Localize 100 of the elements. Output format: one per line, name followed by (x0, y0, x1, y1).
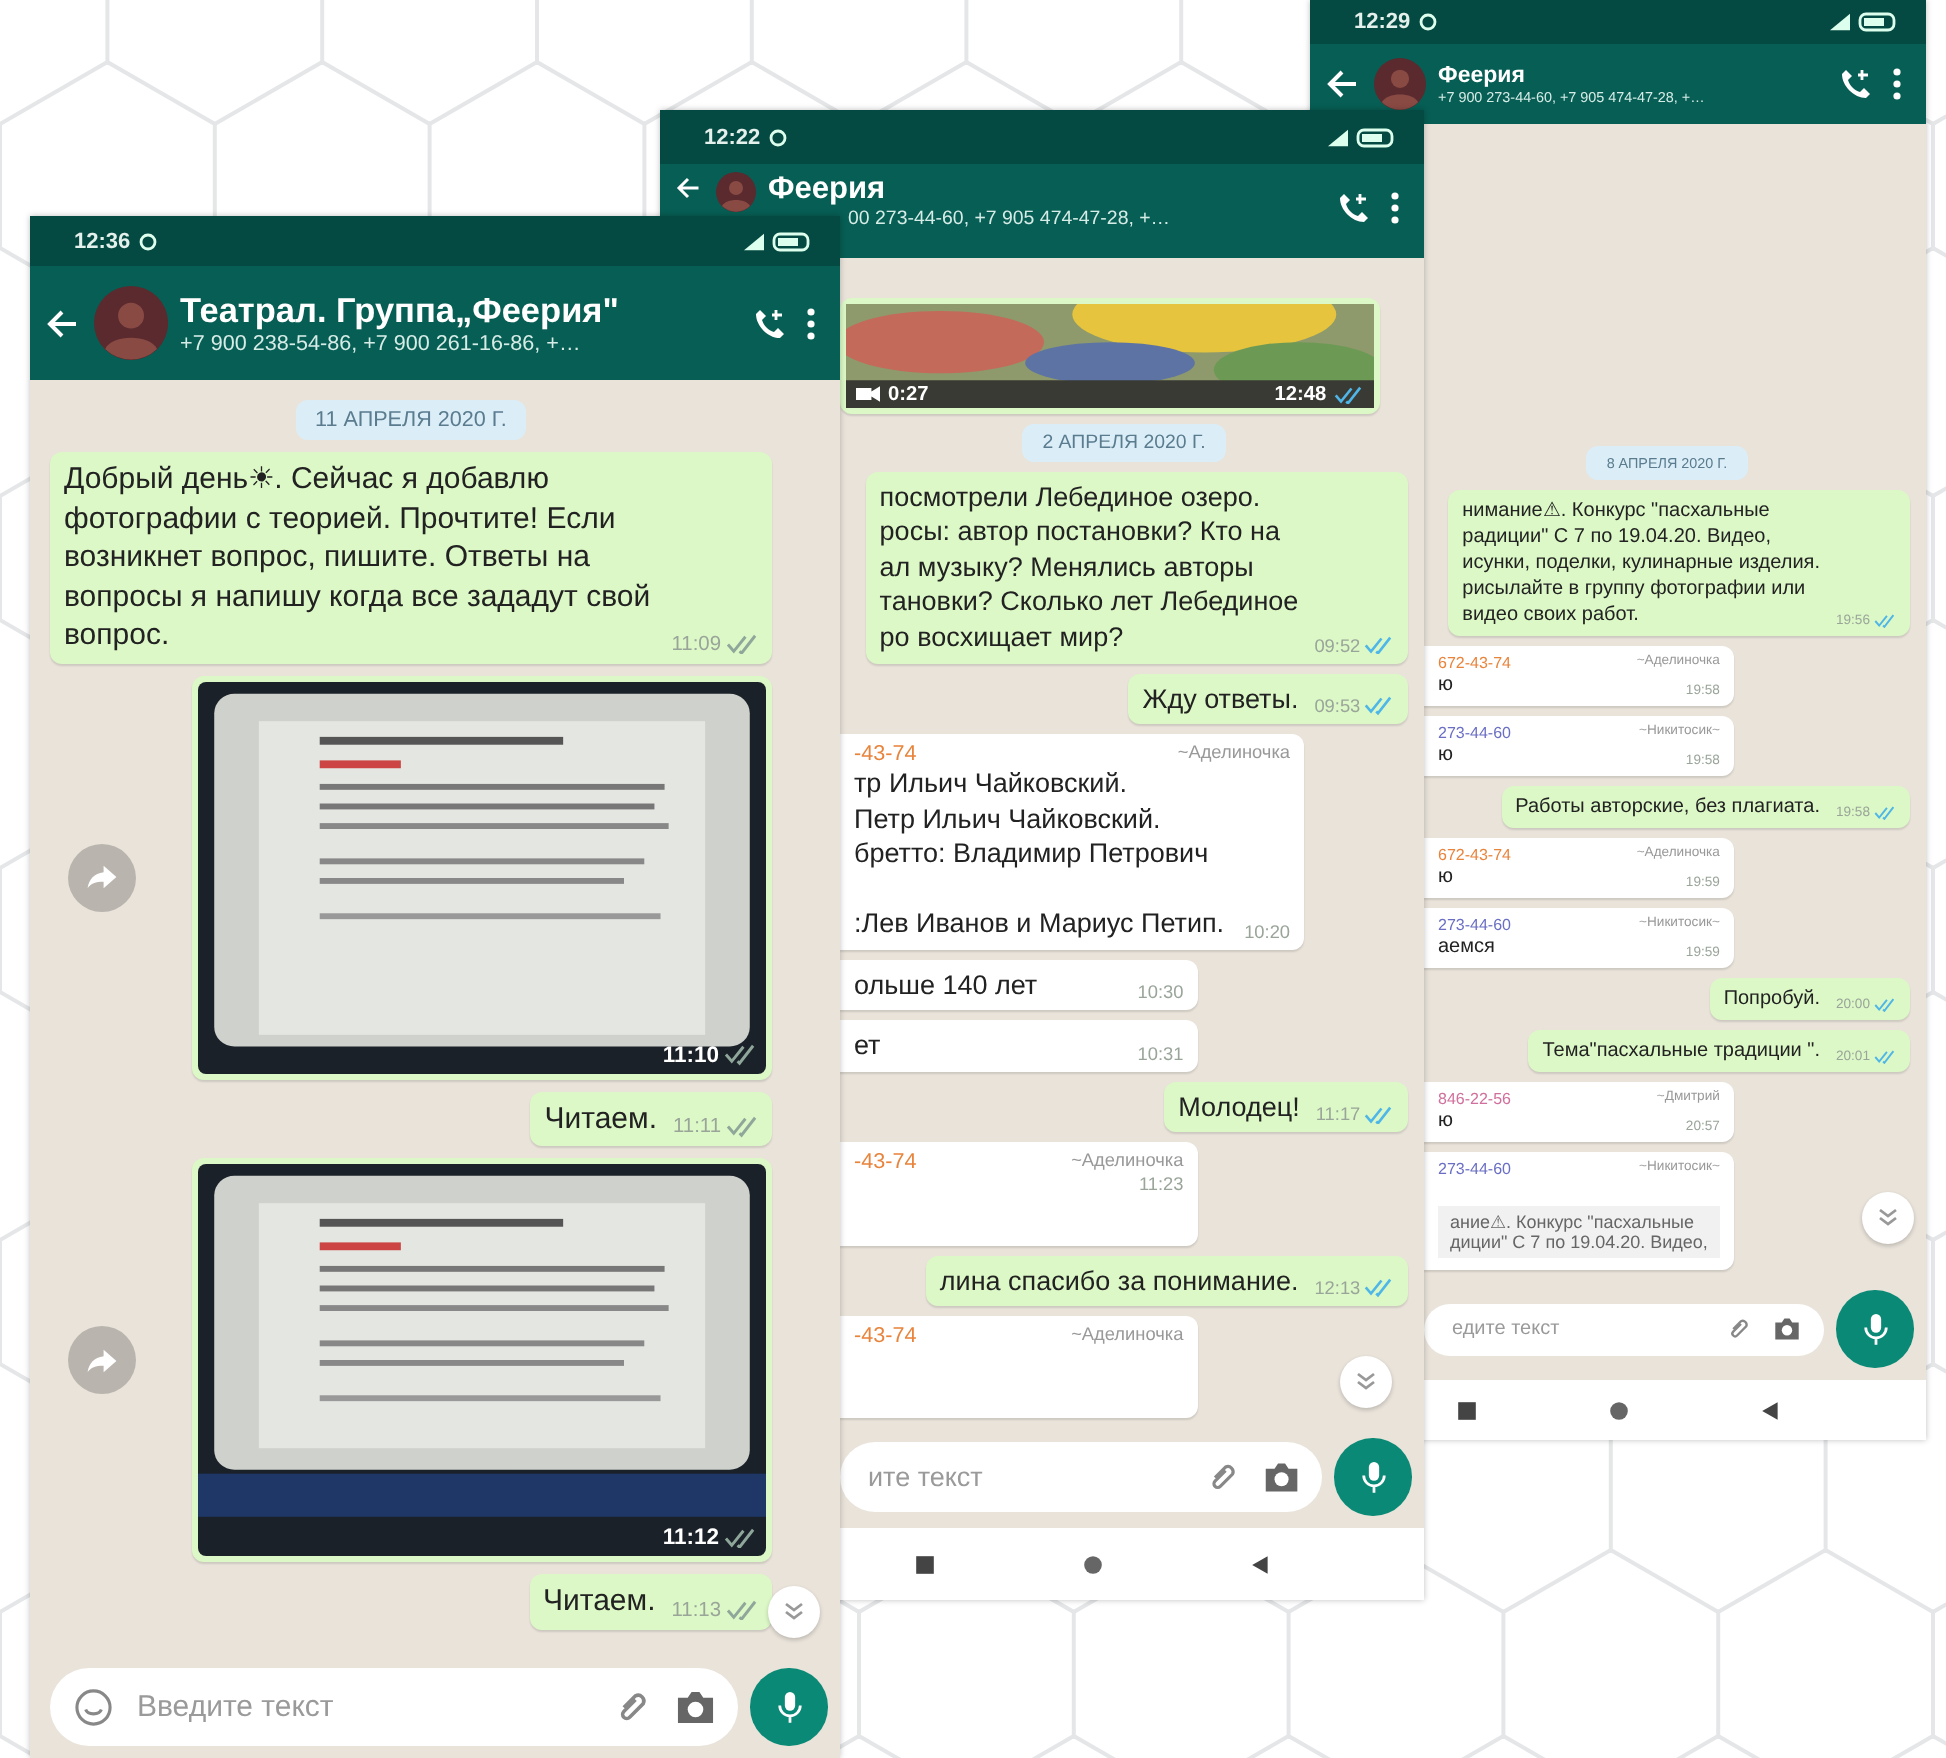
double-chevron-icon (784, 1602, 804, 1622)
sender-phone: 273-44-60 (1438, 1160, 1511, 1179)
message-time: 11:13 (671, 1599, 721, 1621)
square-icon[interactable] (913, 1553, 935, 1575)
home-icon[interactable] (1607, 1399, 1629, 1421)
message-text: ольше 140 лет (854, 967, 1038, 1003)
phone-call-icon (1840, 68, 1872, 100)
camera-icon (1263, 1459, 1299, 1495)
double-check-icon (1874, 614, 1896, 629)
status-time: 12:36 (74, 229, 131, 253)
scroll-down-button[interactable] (1340, 1356, 1392, 1408)
back-triangle-icon[interactable] (1249, 1553, 1271, 1575)
message-time: 11:12 (662, 1526, 719, 1550)
message-time: 09:52 (1314, 635, 1361, 655)
message-time: 11:17 (1315, 1104, 1361, 1125)
battery-icon (1858, 12, 1898, 32)
microphone-button[interactable] (750, 1668, 828, 1746)
chat-title: Феерия (1438, 63, 1527, 87)
message-text: нимание⚠. Конкурс "пасхальные радиции" С 7 по 19.04.20. Видео, исунки, поделки, кулинарные изделия. рисылайте в группу фотографии или видео своих работ. (1462, 498, 1820, 629)
message-text: Тема"пасхальные традиции ". (1542, 1038, 1820, 1065)
menu-button[interactable] (1386, 188, 1404, 228)
phone-call-icon (754, 307, 786, 339)
double-check-icon (725, 1599, 758, 1621)
message-text: ю (1438, 864, 1453, 891)
emoji-icon (74, 1687, 113, 1727)
call-button[interactable] (1334, 188, 1374, 228)
back-triangle-icon[interactable] (1759, 1399, 1781, 1421)
message-text: тр Ильич Чайковский. Петр Ильич Чайковский. бретто: Владимир Петрович :Лев Иванов и Мариус Петип. (854, 766, 1225, 942)
message-field[interactable]: ите текст (840, 1442, 1323, 1513)
double-chevron-icon (1878, 1208, 1898, 1228)
message-text: ю (1438, 742, 1453, 769)
message-text: лина спасибо за понимание. (939, 1263, 1299, 1299)
message-input[interactable]: едите текст (1448, 1316, 1709, 1343)
message-time: 11:11 (673, 1116, 721, 1138)
double-check-icon (1364, 635, 1394, 655)
sender-phone: 846-22-56 (1438, 1090, 1511, 1109)
microphone-button[interactable] (1836, 1290, 1914, 1368)
double-check-icon (725, 633, 758, 655)
message-input[interactable]: Введите текст (133, 1688, 597, 1726)
menu-icon (1892, 68, 1902, 100)
message-text: Читаем. (544, 1099, 658, 1138)
sender-phone: 273-44-60 (1438, 724, 1511, 743)
double-check-icon (1874, 806, 1896, 821)
message-text: ет (854, 1028, 881, 1064)
double-check-icon (1364, 1105, 1394, 1125)
message-time: 12:13 (1314, 1278, 1361, 1299)
message-text: ю (1438, 672, 1453, 699)
microphone-button[interactable] (1334, 1438, 1412, 1516)
home-icon[interactable] (1081, 1553, 1103, 1575)
message-time: 10:31 (1137, 1043, 1184, 1064)
sender-phone: 672-43-74 (1438, 654, 1511, 673)
chat-title: Театрал. Группа„Феерия" (180, 290, 621, 332)
double-check-icon (1364, 696, 1394, 716)
message-time: 09:53 (1314, 696, 1361, 717)
avatar-icon (716, 172, 756, 212)
signal-icon (1830, 12, 1850, 32)
message-text: Работы авторские, без плагиата. (1515, 794, 1820, 821)
message-text: ю (1438, 1108, 1453, 1135)
menu-button[interactable] (802, 303, 820, 343)
sender-name: ~Аделиночка (1071, 1324, 1184, 1349)
square-icon[interactable] (1455, 1399, 1477, 1421)
double-check-icon (725, 1116, 758, 1138)
avatar-icon (94, 285, 169, 361)
message-text: Молодец! (1178, 1089, 1300, 1125)
chat-participants: 00 273-44-60, +7 905 474-47-28, +… (846, 208, 1173, 230)
microphone-icon (1863, 1312, 1888, 1347)
back-arrow-icon (1326, 68, 1358, 100)
share-icon (86, 1347, 118, 1373)
video-duration: 0:27 (888, 383, 929, 406)
message-text: Жду ответы. (1142, 681, 1299, 717)
back-arrow-icon (676, 176, 700, 200)
date-label: 11 АПРЕЛЯ 2020 Г. (295, 400, 527, 440)
sender-phone: 672-43-74 (1438, 846, 1511, 865)
camera-icon (675, 1687, 715, 1727)
menu-icon (806, 307, 816, 339)
message-field[interactable]: едите текст (1424, 1303, 1825, 1356)
message-time: 11:09 (671, 633, 721, 655)
menu-button[interactable] (1888, 64, 1906, 104)
message-time: 10:30 (1137, 982, 1184, 1003)
sender-phone: -43-74 (854, 1324, 917, 1349)
quoted-text: ание⚠. Конкурс "пасхальные диции" С 7 по 19.04.20. Видео, (1450, 1212, 1708, 1253)
scroll-down-button[interactable] (768, 1586, 820, 1638)
call-button[interactable] (1836, 64, 1876, 104)
status-time: 12:29 (1354, 10, 1411, 34)
message-time: 12:48 (1274, 383, 1327, 406)
double-check-icon (1364, 1278, 1394, 1298)
sender-phone: 273-44-60 (1438, 916, 1511, 935)
chat-title: Феерия (768, 172, 888, 208)
message-field[interactable]: Введите текст (50, 1668, 739, 1746)
message-time: 11:10 (662, 1043, 719, 1067)
double-check-icon (1874, 1050, 1896, 1065)
scroll-down-button[interactable] (1862, 1192, 1914, 1244)
menu-icon (1390, 192, 1400, 224)
phone-call-icon (1338, 192, 1370, 224)
microphone-icon (777, 1689, 802, 1725)
share-icon (86, 864, 118, 890)
double-check-icon (1874, 998, 1896, 1013)
double-check-icon (723, 1044, 756, 1066)
back-button[interactable] (672, 172, 704, 204)
message-input[interactable]: ите текст (864, 1460, 1189, 1495)
